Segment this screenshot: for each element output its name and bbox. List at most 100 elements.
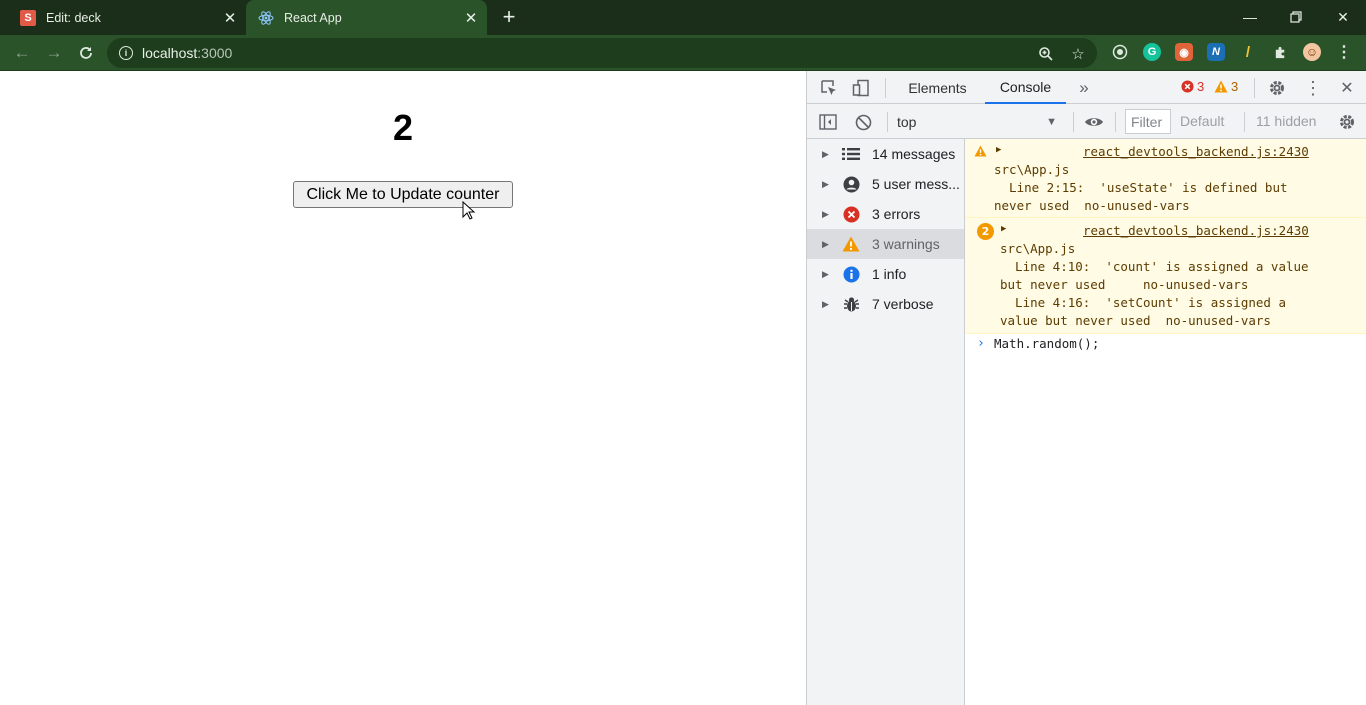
counter-value: 2 [392,107,414,148]
sidebar-label: 14 messages [872,146,956,162]
profile-avatar-icon[interactable]: ☺ [1303,43,1321,61]
devtools-tabbar: Elements Console » 3 3 ⋮ ✕ [807,71,1366,104]
sidebar-item-warnings[interactable]: ▶ 3 warnings [807,229,964,259]
restore-icon[interactable] [1273,4,1319,30]
forward-icon[interactable]: → [42,41,66,65]
zoom-icon[interactable] [1037,45,1055,63]
bookmark-star-icon[interactable]: ☆ [1069,45,1087,63]
expand-arrow-icon: ▶ [822,178,829,189]
list-icon [842,145,860,163]
new-tab-button[interactable]: + [498,6,520,28]
warning-icon [974,145,987,157]
hidden-count: 11 hidden [1256,113,1317,129]
warning-count: 3 [1231,79,1239,94]
message-line: but never used no-unused-vars [1000,277,1249,292]
minimize-icon[interactable]: — [1227,4,1273,30]
tab-strip: S Edit: deck ✕ React App ✕ + — ✕ [0,0,1366,35]
browser-toolbar: ← → i localhost:3000 ☆ G ◉ N / ☺ ⋮ [0,35,1366,71]
tab-edit-deck[interactable]: S Edit: deck ✕ [8,0,246,35]
repeat-count-badge: 2 [977,223,994,240]
tab-title: Edit: deck [46,10,101,25]
live-expression-eye-icon[interactable] [1083,112,1105,132]
url-port: :3000 [197,45,233,61]
separator [1254,78,1255,98]
error-count-badge[interactable]: 3 [1181,79,1204,94]
more-tabs-icon[interactable]: » [1075,71,1093,104]
filter-input[interactable]: Filter [1125,109,1171,134]
clear-console-icon[interactable] [853,112,873,132]
message-line: Line 4:16: 'setCount' is assigned a [1000,295,1286,310]
extension-n-icon[interactable]: N [1207,43,1225,61]
expand-arrow-icon: ▶ [822,148,829,159]
sidebar-item-info[interactable]: ▶ 1 info [807,259,964,289]
message-line: never used no-unused-vars [994,198,1190,213]
sidebar-item-errors[interactable]: ▶ 3 errors [807,199,964,229]
sidebar-item-verbose[interactable]: ▶ 7 verbose [807,289,964,319]
console-warning-message: 2 ▶ react_devtools_backend.js:2430 src\A… [965,218,1366,334]
separator [1244,112,1245,132]
user-icon [842,175,860,193]
separator [1115,112,1116,132]
chrome-menu-icon[interactable]: ⋮ [1335,43,1353,61]
sidebar-toggle-icon[interactable] [818,112,838,132]
console-settings-icon[interactable] [1337,112,1357,132]
react-icon [258,10,274,26]
close-window-icon[interactable]: ✕ [1320,4,1366,30]
context-value: top [897,114,917,130]
console-filter-bar: top ▼ Filter Default 11 hidden [807,104,1366,139]
back-icon[interactable]: ← [10,41,34,65]
error-count: 3 [1197,79,1205,94]
console-output: ▶ react_devtools_backend.js:2430 src\App… [965,139,1366,705]
context-select[interactable]: top ▼ [897,111,1061,133]
source-link[interactable]: react_devtools_backend.js:2430 [1083,144,1309,159]
tab-react-app[interactable]: React App ✕ [246,0,487,35]
expand-triangle-icon[interactable]: ▶ [1001,224,1006,234]
sidebar-item-user-messages[interactable]: ▶ 5 user mess... [807,169,964,199]
message-line: src\App.js [994,162,1070,177]
address-bar[interactable]: i localhost:3000 ☆ [107,38,1097,68]
sidebar-label: 3 warnings [872,236,940,252]
pen-extension-icon[interactable]: / [1239,43,1257,61]
dropdown-arrow-icon: ▼ [1046,116,1057,128]
device-toolbar-icon[interactable] [851,78,871,98]
prompt-input[interactable]: Math.random(); [994,336,1099,351]
extension-orange-icon[interactable]: ◉ [1175,43,1193,61]
update-counter-button[interactable]: Click Me to Update counter [293,181,513,208]
grammarly-icon[interactable]: G [1143,43,1161,61]
message-line: Line 2:15: 'useState' is defined but [994,180,1288,195]
source-link[interactable]: react_devtools_backend.js:2430 [1083,223,1309,238]
bug-icon [842,295,860,313]
expand-arrow-icon: ▶ [822,298,829,309]
extensions-puzzle-icon[interactable] [1271,43,1289,61]
sidebar-label: 7 verbose [872,296,934,312]
settings-gear-icon[interactable] [1267,78,1287,98]
message-line: value but never used no-unused-vars [1000,313,1271,328]
sidebar-item-messages[interactable]: ▶ 14 messages [807,139,964,169]
reload-icon[interactable] [74,41,98,65]
sidebar-label: 1 info [872,266,907,282]
log-levels-dropdown[interactable]: Default [1180,113,1224,129]
tab-console[interactable]: Console [985,71,1066,104]
expand-arrow-icon: ▶ [822,268,829,279]
console-prompt[interactable]: › Math.random(); [965,336,1366,358]
console-sidebar: ▶ 14 messages ▶ 5 user mess... ▶ 3 error… [807,139,965,705]
warning-count-badge[interactable]: 3 [1214,79,1238,94]
extension-circle-icon[interactable] [1111,43,1129,61]
separator [885,78,886,98]
close-devtools-icon[interactable]: ✕ [1337,78,1357,98]
site-info-icon[interactable]: i [119,46,133,60]
mouse-cursor-icon [462,201,476,220]
close-tab-icon[interactable]: ✕ [461,8,481,28]
customize-menu-icon[interactable]: ⋮ [1303,78,1323,98]
error-icon [842,205,860,223]
url-host: localhost [142,45,198,61]
tab-title: React App [284,10,342,25]
close-tab-icon[interactable]: ✕ [220,8,240,28]
url-text: localhost:3000 [142,45,232,61]
inspect-element-icon[interactable] [819,78,839,98]
sidebar-label: 3 errors [872,206,921,222]
separator [1073,112,1074,132]
tab-elements[interactable]: Elements [896,71,979,104]
expand-triangle-icon[interactable]: ▶ [996,145,1001,155]
prompt-chevron-icon: › [977,336,985,351]
